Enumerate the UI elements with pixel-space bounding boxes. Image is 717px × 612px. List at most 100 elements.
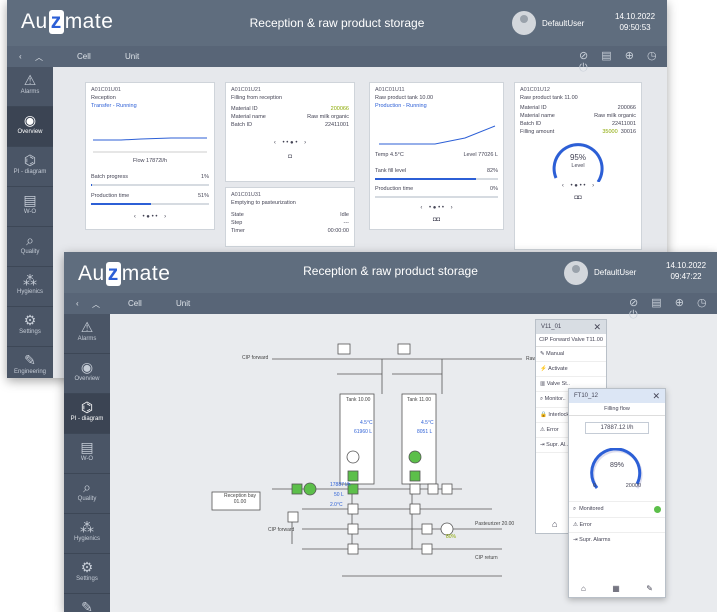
- timer-val: 00:00:00: [327, 228, 349, 234]
- card-prod-label: Production time: [91, 193, 130, 199]
- card-flow: Flow 17872l/h: [132, 158, 168, 164]
- fill-row-monitored[interactable]: ⌕ Monitored: [569, 501, 665, 517]
- avatar[interactable]: [564, 261, 588, 285]
- flow-value-field[interactable]: 17887.12 l/h: [585, 422, 649, 434]
- home-icon[interactable]: ⌂: [552, 519, 557, 529]
- sidebar-item-overview[interactable]: ◉ Overview: [64, 354, 110, 394]
- fill-panel-footer-icons[interactable]: ⌂ ▦ ✎: [581, 584, 653, 593]
- card-code: A01C01U01: [91, 87, 121, 93]
- card-name: Raw product tank 10.00: [375, 95, 434, 101]
- eye-icon: ◉: [80, 359, 94, 375]
- filling-label: Filling amount: [520, 129, 555, 135]
- fill-row-error[interactable]: ⚠ Error: [569, 517, 665, 532]
- material-label: Material ID: [520, 105, 547, 111]
- tank-b-temp: 4.5°C: [421, 420, 434, 426]
- user-name: DefaultUser: [542, 19, 585, 28]
- document-icon: ▤: [80, 439, 94, 455]
- batch-progress-bar: [91, 184, 209, 186]
- sidebar-item-overview[interactable]: ◉ Overview: [7, 107, 53, 147]
- fill-val: 82%: [486, 168, 498, 174]
- cip-forward-label: CIP forward: [242, 355, 269, 361]
- card-pager[interactable]: ‹ • ● • • ›: [375, 204, 498, 212]
- diagram-icon: ⌬: [80, 399, 94, 415]
- card-pager[interactable]: ‹ • • ● • ›: [231, 139, 349, 147]
- chevron-left-icon[interactable]: ‹: [76, 299, 79, 308]
- nav-bar: ‹ ︿ Cell Unit ⊘ ▤ ⊕ ◷ ⏻: [7, 46, 667, 74]
- mat-name-label: Material name: [231, 114, 266, 120]
- nav-unit[interactable]: Unit: [125, 52, 139, 61]
- sidebar-item-pi-diagram[interactable]: ⌬ PI - diagram: [64, 394, 110, 434]
- diagram-icon: ⌬: [23, 152, 37, 168]
- sidebar-item-alarms[interactable]: ⚠ Alarms: [7, 67, 53, 107]
- card-code: A01C01U31: [231, 192, 261, 198]
- document-icon: ▤: [23, 192, 37, 208]
- date-time: 14.10.2022 09:47:22: [666, 261, 707, 281]
- sidebar-item-settings[interactable]: ⚙ Settings: [64, 554, 110, 594]
- chevron-left-icon[interactable]: ‹: [19, 52, 22, 61]
- sidebar-item-wo[interactable]: ▤ W-O: [64, 434, 110, 474]
- nav-cell[interactable]: Cell: [128, 299, 142, 308]
- alarm-icon: ⚠: [80, 319, 94, 335]
- view-icons[interactable]: ◘◘: [520, 194, 636, 202]
- unit-card-emptying[interactable]: A01C01U31 Emptying to pasteurization Sta…: [225, 187, 355, 247]
- sidebar-item-settings[interactable]: ⚙ Settings: [7, 307, 53, 347]
- prod-label: Production time: [375, 186, 414, 192]
- card-pager[interactable]: ‹ • ● • • ›: [91, 213, 209, 221]
- unit-card-reception[interactable]: A01C01U01 Reception Transfer - Running F…: [85, 82, 215, 230]
- material-val: 200066: [330, 106, 349, 112]
- sidebar-item-quality[interactable]: ⌕ Quality: [7, 227, 53, 267]
- grid-icon[interactable]: ▦: [612, 584, 620, 593]
- valve-row[interactable]: ✎ Manual: [536, 347, 606, 362]
- front-sidebar: ⚠ Alarms ◉ Overview ⌬ PI - diagram ▤ W-O ⌕ Qu…: [64, 314, 110, 612]
- fill-row-supr[interactable]: ⇥ Supr. Alarms: [569, 532, 665, 547]
- home-icon[interactable]: ⌂: [581, 584, 586, 593]
- rpm-label: 80%: [446, 534, 457, 540]
- pasteurizer-label: Pasteurizer 20.00: [475, 521, 515, 527]
- edit-icon[interactable]: ✎: [646, 584, 653, 593]
- view-icon[interactable]: ◘: [231, 153, 349, 161]
- gear-icon: ⚙: [80, 559, 94, 575]
- close-icon[interactable]: ✕: [652, 391, 660, 402]
- magnifier-icon: ⌕: [26, 232, 34, 248]
- trend-chart: [379, 125, 496, 145]
- sidebar-item-engineering[interactable]: ✎Engineering: [64, 594, 110, 612]
- nav-cell[interactable]: Cell: [77, 52, 91, 61]
- card-batch-label: Batch progress: [91, 174, 128, 180]
- sidebar-item-wo[interactable]: ▤ W-O: [7, 187, 53, 227]
- batch-label: Batch ID: [520, 121, 542, 127]
- flow2-label: 50 L: [334, 492, 344, 498]
- tank-a-level: 61960 L: [354, 429, 373, 435]
- cip-forward2-label: CIP forward: [268, 527, 295, 533]
- unit-card-tank10[interactable]: A01C01U11 Raw product tank 10.00 Product…: [369, 82, 504, 230]
- nav-unit[interactable]: Unit: [176, 299, 190, 308]
- alarm-icon: ⚠: [23, 72, 37, 88]
- sidebar-item-pi-diagram[interactable]: ⌬ PI - diagram: [7, 147, 53, 187]
- sidebar-item-engineering[interactable]: ✎Engineering: [7, 347, 53, 378]
- tank-b-label: Tank 11.00: [407, 397, 432, 403]
- card-batch-val: 1%: [201, 174, 209, 180]
- close-icon[interactable]: ✕: [593, 322, 601, 333]
- flow-label: 17887 l/h: [330, 482, 351, 488]
- avatar[interactable]: [512, 11, 536, 35]
- chevron-up-icon[interactable]: ︿: [35, 52, 43, 63]
- sidebar-item-hygienics[interactable]: ⁂ Hygienics: [7, 267, 53, 307]
- card-code: A01C01U11: [375, 87, 405, 93]
- tank-b-level: 8051 L: [417, 429, 433, 435]
- card-prod-val: 51%: [197, 193, 209, 199]
- sidebar-item-alarms[interactable]: ⚠ Alarms: [64, 314, 110, 354]
- sidebar-item-quality[interactable]: ⌕ Quality: [64, 474, 110, 514]
- view-icons[interactable]: ◘◘: [375, 216, 498, 224]
- fill-panel: FT10_12 ✕ Filling flow 17887.12 l/h 89% 0…: [568, 388, 666, 598]
- back-sidebar: ⚠ Alarms ◉ Overview ⌬ PI - diagram ▤ W-O ⌕ Qu…: [7, 67, 53, 378]
- fill-panel-subtitle: Filling flow: [569, 403, 665, 416]
- production-time-bar: [91, 203, 209, 205]
- chevron-up-icon[interactable]: ︿: [92, 299, 100, 310]
- card-pager[interactable]: ‹ • ● • • ›: [520, 182, 636, 190]
- unit-card-filling[interactable]: A01C01U21 Filling from reception Materia…: [225, 82, 355, 182]
- mat-name-label: Material name: [520, 113, 555, 119]
- card-code: A01C01U21: [231, 87, 261, 93]
- sidebar-item-hygienics[interactable]: ⁂ Hygienics: [64, 514, 110, 554]
- unit-card-tank11[interactable]: A01C01U12 Raw product tank 11.00 Materia…: [514, 82, 642, 250]
- valve-row[interactable]: ⚡ Activate: [536, 362, 606, 377]
- toolbar-icons[interactable]: ⊘ ▤ ⊕ ◷ ⏻: [579, 49, 667, 75]
